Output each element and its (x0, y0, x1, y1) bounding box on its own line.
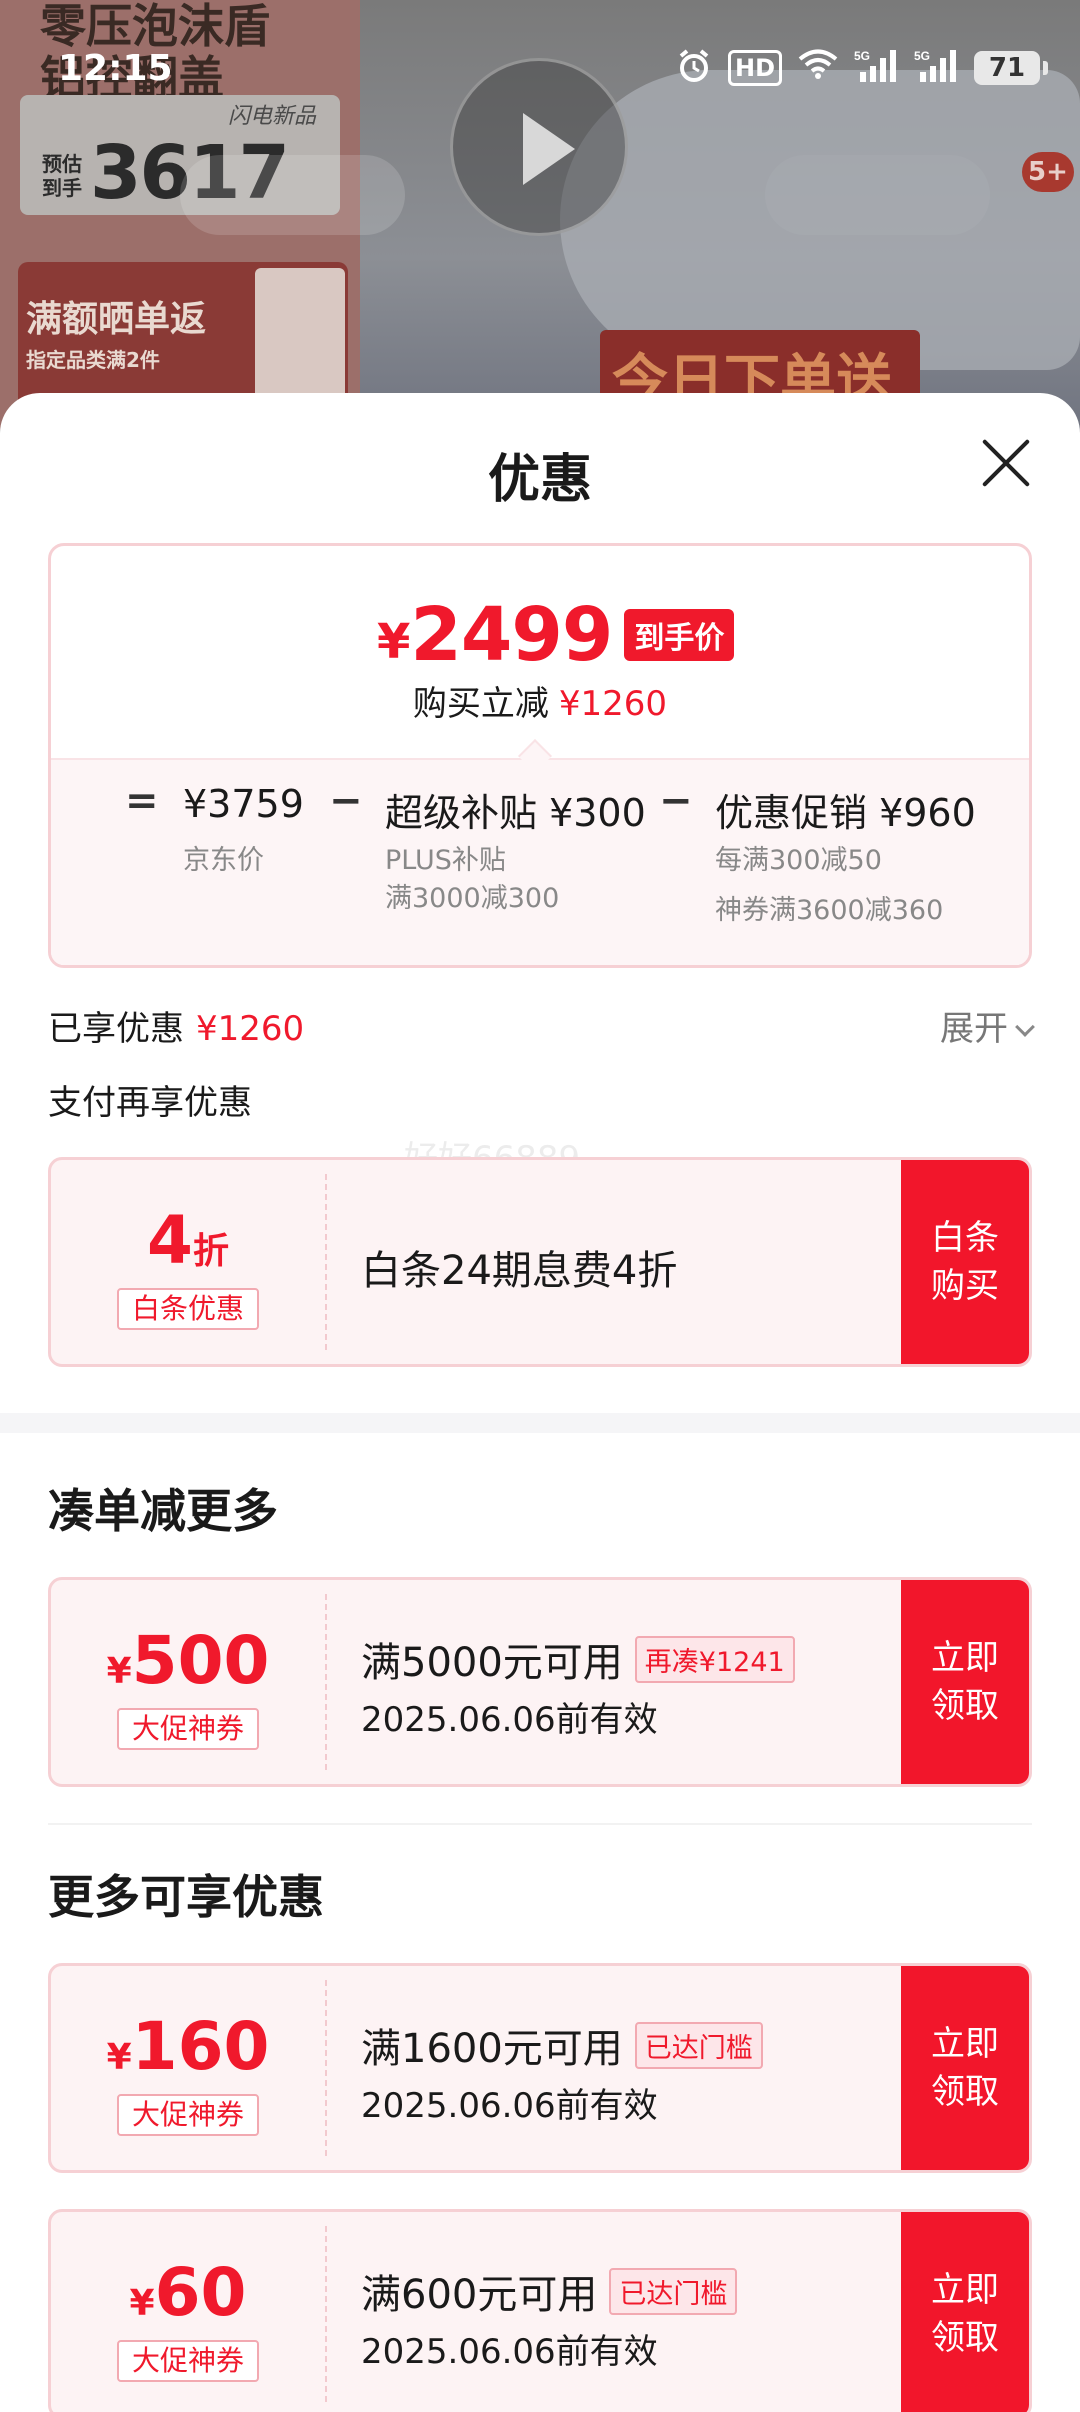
baitiao-title: 白条24期息费4折 (361, 1248, 678, 1294)
jd-price-label: 京东价 (183, 845, 264, 876)
chevron-down-icon (1015, 1017, 1035, 1037)
claim-coupon-button[interactable]: 立即领取 (901, 2212, 1029, 2412)
coupon-title: 满5000元可用 再凑¥1241 (361, 1630, 795, 1688)
currency-symbol: ¥ (106, 2037, 132, 2078)
coupon-expiry: 2025.06.06前有效 (361, 1700, 658, 1740)
background-button (180, 155, 405, 235)
coupon-amount: ¥60 (51, 2254, 325, 2331)
currency-symbol: ¥ (377, 614, 411, 670)
coupon-value: ¥160 大促神券 (51, 1966, 325, 2170)
promo-discount: 优惠促销 ¥960 (715, 791, 976, 835)
final-price-amount: 2499 (410, 592, 613, 678)
coupon-condition: 满5000元可用 (361, 1640, 623, 1686)
coupon-value: ¥60 大促神券 (51, 2212, 325, 2412)
section-title-more: 凑单减更多 (48, 1484, 278, 1538)
wifi-icon (798, 48, 838, 88)
coupon-tag: 大促神券 (117, 2094, 259, 2136)
expand-button[interactable]: 展开 (940, 1001, 1035, 1050)
baitiao-buy-button[interactable]: 白条购买 (901, 1160, 1029, 1364)
section-title-enjoy: 更多可享优惠 (48, 1870, 324, 1924)
promo-note: 每满300减50 (715, 845, 882, 876)
subsidy-note: PLUS补贴 (385, 845, 506, 876)
signal-5g-icon: 5G (854, 48, 898, 88)
coupon-card: ¥160 大促神券 满1600元可用 已达门槛 2025.06.06前有效 立即… (48, 1963, 1032, 2173)
enjoyed-discount-row: 已享优惠 ¥1260 (48, 1001, 1032, 1050)
currency-symbol: ¥ (129, 2283, 155, 2324)
coupon-divider (325, 2226, 327, 2402)
status-icons: HD 5G 5G 71 (676, 48, 1048, 88)
final-price-summary: ¥ 2499 到手价 购买立减 ¥1260 (51, 546, 1029, 758)
baitiao-discount-unit: 折 (192, 1231, 229, 1272)
coupon-expiry: 2025.06.06前有效 (361, 2332, 658, 2372)
coupon-card: ¥500 大促神券 满5000元可用 再凑¥1241 2025.06.06前有效… (48, 1577, 1032, 1787)
baitiao-offer-card: 4折 白条优惠 白条24期息费4折 白条购买 (48, 1157, 1032, 1367)
minus-sign: − (329, 778, 363, 824)
coupon-amount-value: 500 (131, 1622, 270, 1699)
hd-icon: HD (727, 50, 782, 86)
coupon-card: ¥60 大促神券 满600元可用 已达门槛 2025.06.06前有效 立即领取 (48, 2209, 1032, 2412)
claim-coupon-button[interactable]: 立即领取 (901, 1580, 1029, 1784)
final-price-tag: 到手价 (624, 609, 735, 661)
baitiao-tag: 白条优惠 (117, 1288, 259, 1330)
coupon-value: ¥500 大促神券 (51, 1580, 325, 1784)
equals-sign: = (125, 778, 159, 824)
coupon-divider (325, 1174, 327, 1350)
price-breakdown: = ¥3759 京东价 − 超级补贴 ¥300 PLUS补贴 满3000减300… (51, 758, 1029, 965)
pre-price-tag: 预估到手 (42, 152, 82, 200)
alarm-icon (676, 48, 712, 88)
coupon-expiry: 2025.06.06前有效 (361, 2086, 658, 2126)
expand-label: 展开 (940, 1009, 1008, 1049)
instant-reduction-amount: ¥1260 (558, 684, 668, 724)
promo-subtitle: 指定品类满2件 (26, 348, 160, 372)
coupon-condition: 满600元可用 (361, 2272, 598, 2318)
baitiao-discount-value: 4 (147, 1202, 193, 1279)
section-gap (0, 1413, 1080, 1433)
coupon-amount-value: 160 (131, 2008, 270, 2085)
super-subsidy: 超级补贴 ¥300 (385, 791, 646, 835)
close-icon[interactable] (978, 435, 1034, 491)
promo-note: 神券满3600减360 (715, 895, 944, 926)
promo-title: 满额晒单返 (26, 299, 207, 340)
coupon-badge: 再凑¥1241 (634, 1635, 795, 1683)
coupon-amount: ¥160 (51, 2008, 325, 2085)
jd-price: ¥3759 (183, 782, 304, 826)
battery-icon: 71 (974, 51, 1048, 85)
sheet-title: 优惠 (487, 450, 592, 510)
coupon-divider (325, 1980, 327, 2156)
svg-text:5G: 5G (914, 49, 930, 63)
coupon-condition: 满1600元可用 (361, 2026, 623, 2072)
coupon-amount: ¥500 (51, 1622, 325, 1699)
coupon-badge: 已达门槛 (634, 2021, 763, 2069)
cart-count-badge: 5+ (1022, 152, 1074, 192)
instant-reduction: 购买立减 ¥1260 (51, 676, 1029, 725)
signal-5g-icon: 5G (914, 48, 958, 88)
minus-sign: − (659, 778, 693, 824)
status-time: 12:15 (58, 48, 173, 89)
coupon-badge: 已达门槛 (609, 2267, 738, 2315)
coupon-title: 满1600元可用 已达门槛 (361, 2016, 763, 2074)
final-price: ¥ 2499 到手价 (377, 592, 735, 678)
coupon-tag: 大促神券 (117, 2340, 259, 2382)
enjoyed-amount: ¥1260 (196, 1009, 305, 1049)
baitiao-discount: 4折 白条优惠 (51, 1160, 325, 1364)
instant-reduction-label: 购买立减 (412, 684, 549, 724)
discount-sheet: 优惠 ¥ 2499 到手价 购买立减 ¥1260 = ¥3759 京东价 − 超级… (0, 393, 1080, 2412)
final-price-card: ¥ 2499 到手价 购买立减 ¥1260 = ¥3759 京东价 − 超级补贴 … (48, 543, 1032, 968)
coupon-divider (325, 1594, 327, 1770)
coupon-title: 满600元可用 已达门槛 (361, 2262, 738, 2320)
subsidy-note: 满3000减300 (385, 883, 560, 914)
pay-more-label: 支付再享优惠 (48, 1083, 252, 1123)
baitiao-amount: 4折 (51, 1202, 325, 1279)
coupon-tag: 大促神券 (117, 1708, 259, 1750)
status-bar: 12:15 HD 5G 5G 71 (0, 0, 1080, 140)
section-divider (48, 1823, 1032, 1825)
currency-symbol: ¥ (106, 1651, 132, 1692)
claim-coupon-button[interactable]: 立即领取 (901, 1966, 1029, 2170)
svg-text:5G: 5G (854, 49, 870, 63)
enjoyed-label: 已享优惠 (48, 1009, 184, 1049)
coupon-amount-value: 60 (154, 2254, 247, 2331)
